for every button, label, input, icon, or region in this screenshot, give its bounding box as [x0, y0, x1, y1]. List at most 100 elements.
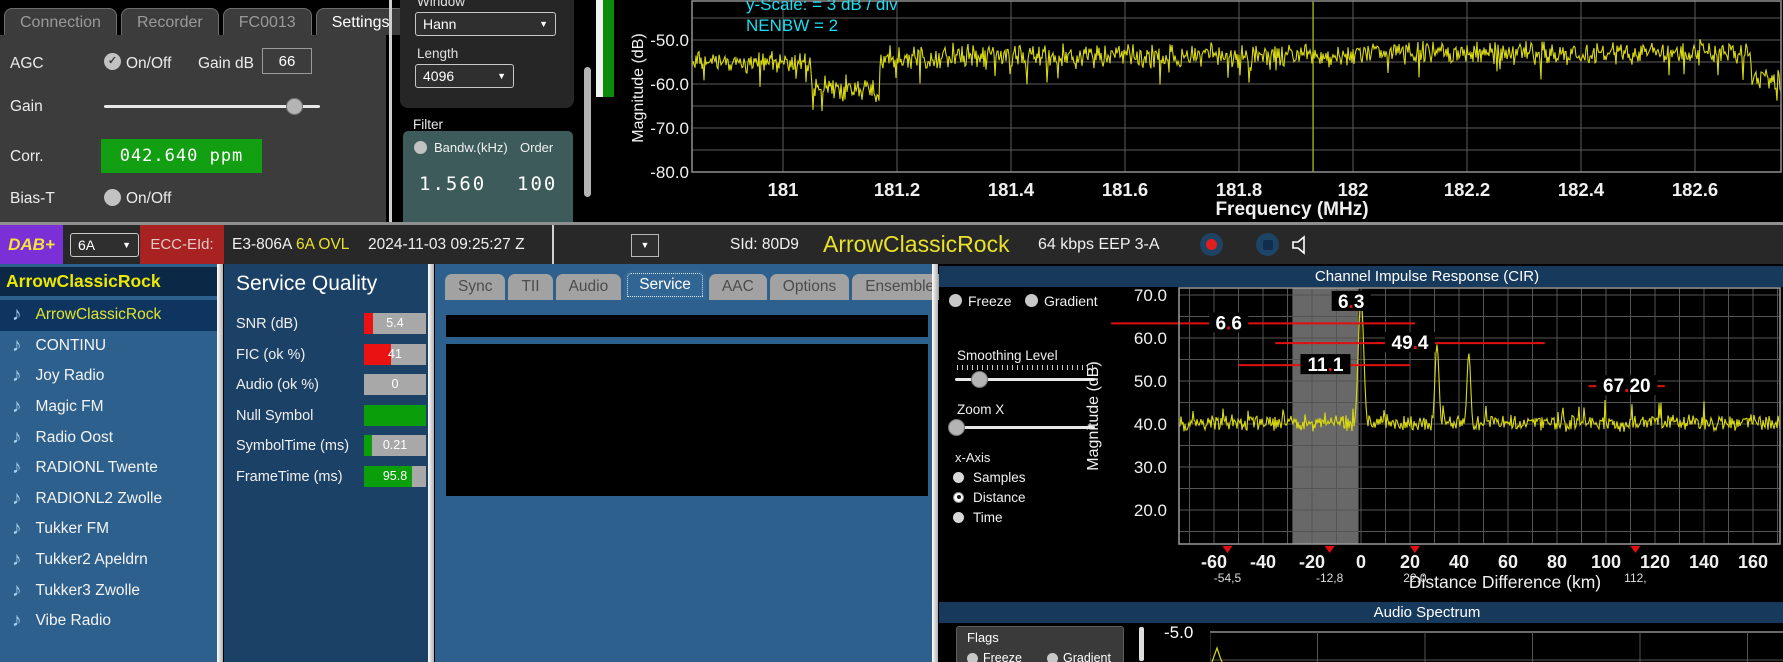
zoom-x-slider-thumb[interactable]	[948, 419, 965, 436]
station-item[interactable]: ♪ Magic FM	[0, 392, 217, 423]
quality-row: Null Symbol	[236, 405, 426, 427]
station-item[interactable]: ♪CONTINU	[0, 331, 217, 362]
audio-gradient-radio[interactable]	[1047, 653, 1058, 662]
svg-text:181.8: 181.8	[1216, 179, 1262, 200]
bias-t-label: Bias-T	[10, 190, 55, 208]
tab-aac[interactable]: AAC	[709, 274, 767, 300]
svg-text:40.0: 40.0	[1134, 415, 1167, 434]
audio-y-tick: -5.0	[1164, 623, 1193, 643]
svg-text:-54,5: -54,5	[1214, 571, 1242, 585]
music-note-icon: ♪	[12, 488, 22, 510]
cir-freeze-label: Freeze	[968, 293, 1012, 309]
speaker-icon[interactable]	[1291, 235, 1311, 255]
gain-db-label: Gain dB	[198, 55, 254, 73]
audio-freeze-radio[interactable]	[967, 653, 978, 662]
music-note-icon: ♪	[12, 549, 22, 571]
station-item[interactable]: ♪Radio Oost	[0, 422, 217, 453]
channel-select[interactable]: 6A ▼	[70, 233, 139, 257]
quality-label: Null Symbol	[236, 408, 313, 424]
station-name: Magic FM	[36, 398, 104, 416]
x-axis-label: x-Axis	[955, 450, 990, 465]
station-item[interactable]: ♪RADIONL Twente	[0, 453, 217, 484]
smoothing-slider-thumb[interactable]	[971, 371, 988, 388]
quality-label: Audio (ok %)	[236, 377, 319, 393]
station-item[interactable]: ♪Joy Radio	[0, 361, 217, 392]
tab-options[interactable]: Options	[770, 274, 849, 300]
splitter[interactable]	[217, 264, 223, 662]
zoom-x-slider-track[interactable]	[955, 426, 1095, 429]
station-item[interactable]: ♪Tukker2 Apeldrn	[0, 545, 217, 576]
station-item[interactable]: ♪ArrowClassicRock	[0, 300, 217, 331]
cir-gradient-radio[interactable]	[1025, 294, 1038, 307]
length-label: Length	[417, 46, 458, 61]
gain-label: Gain	[10, 98, 43, 116]
window-select[interactable]: Hann ▼	[415, 12, 556, 36]
station-item[interactable]: ♪Vibe Radio	[0, 606, 217, 637]
svg-text:Magnitude (dB): Magnitude (dB)	[630, 33, 647, 142]
quality-row: FrameTime (ms)95.8	[236, 466, 426, 488]
vertical-scrollbar[interactable]	[584, 67, 591, 197]
cir-plot: 6.66.349.411.167.2070.060.050.040.030.02…	[1080, 286, 1783, 602]
radio-icon[interactable]	[953, 492, 964, 503]
station-item[interactable]: ♪Tukker FM	[0, 514, 217, 545]
tab-audio[interactable]: Audio	[556, 274, 622, 300]
channel-select-value: 6A	[78, 237, 95, 253]
service-quality-title: Service Quality	[236, 272, 377, 296]
svg-text:11.1: 11.1	[1307, 355, 1343, 376]
tab-connection[interactable]: Connection	[4, 8, 117, 35]
audio-scrollbar[interactable]	[1139, 627, 1144, 661]
service-dropdown-button[interactable]: ▼	[631, 234, 659, 257]
x-axis-option-samples[interactable]: Samples	[953, 470, 1026, 484]
bias-t-radio[interactable]	[104, 189, 121, 206]
music-note-icon: ♪	[12, 396, 22, 418]
quality-label: FrameTime (ms)	[236, 469, 343, 485]
stop-icon	[1263, 240, 1273, 250]
station-name: RADIONL Twente	[36, 459, 158, 477]
svg-text:-80.0: -80.0	[650, 163, 689, 182]
x-axis-option-label: Distance	[973, 490, 1026, 505]
x-axis-option-distance[interactable]: Distance	[953, 490, 1026, 504]
splitter[interactable]	[932, 264, 938, 662]
quality-value: 41	[364, 344, 426, 365]
station-item[interactable]: ♪Tukker3 Zwolle	[0, 575, 217, 606]
svg-text:20: 20	[1400, 552, 1420, 572]
center-tabbar: SyncTIIAudioServiceAACOptionsEnsemble	[445, 270, 947, 300]
quality-value	[364, 405, 426, 426]
radio-icon[interactable]	[953, 472, 964, 483]
agc-label: AGC	[10, 55, 44, 73]
tab-sync[interactable]: Sync	[445, 274, 505, 300]
tab-fc0013[interactable]: FC0013	[223, 8, 312, 35]
gain-slider-thumb[interactable]	[286, 98, 303, 115]
tab-service[interactable]: Service	[624, 270, 706, 300]
filter-group-label: Filter	[413, 117, 443, 132]
tab-recorder[interactable]: Recorder	[121, 8, 219, 35]
x-axis-option-time[interactable]: Time	[953, 510, 1003, 524]
tab-settings[interactable]: Settings	[316, 8, 406, 35]
tab-tii[interactable]: TII	[508, 274, 552, 300]
svg-text:40: 40	[1449, 552, 1469, 572]
svg-text:182.6: 182.6	[1672, 179, 1718, 200]
meter-background	[596, 0, 603, 97]
station-item[interactable]: ♪RADIONL2 Zwolle	[0, 484, 217, 515]
radio-icon[interactable]	[953, 512, 964, 523]
agc-gain-input[interactable]	[262, 48, 312, 74]
rf-spectrum-plot[interactable]: -50.0-60.0-70.0-80.0181181.2181.4181.618…	[615, 0, 1783, 222]
record-button[interactable]	[1200, 233, 1223, 256]
agc-toggle-checkbox[interactable]: ✓	[104, 53, 121, 70]
svg-text:67.20: 67.20	[1603, 376, 1651, 397]
service-id: SId: 80D9	[730, 225, 799, 264]
svg-text:30.0: 30.0	[1134, 458, 1167, 477]
bandwidth-radio[interactable]	[414, 141, 427, 154]
smoothing-label: Smoothing Level	[957, 348, 1058, 363]
cir-freeze-radio[interactable]	[949, 294, 962, 307]
audio-gradient-label: Gradient	[1063, 651, 1111, 662]
stop-button[interactable]	[1256, 233, 1279, 256]
codec-info: 64 kbps EEP 3-A	[1038, 225, 1160, 264]
quality-bar: 0.21	[364, 435, 426, 456]
music-note-icon: ♪	[12, 365, 22, 387]
panel-divider[interactable]	[389, 0, 392, 222]
splitter[interactable]	[428, 264, 434, 662]
filter-box: Bandw.(kHz) Order 1.560 100	[403, 131, 573, 222]
length-select[interactable]: 4096 ▼	[415, 64, 514, 88]
station-name: Radio Oost	[36, 429, 114, 447]
